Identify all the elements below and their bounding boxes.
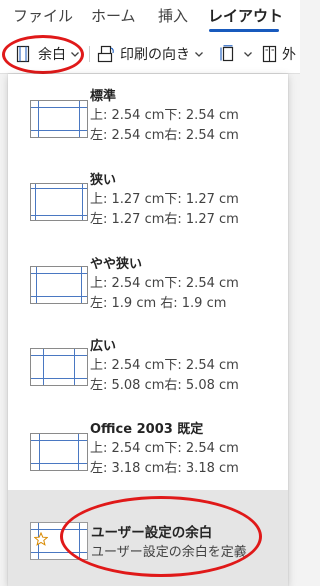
tab-home[interactable]: ホーム xyxy=(91,5,136,26)
margin-preset-top-bottom: 上: 2.54 cm下: 2.54 cm xyxy=(90,358,239,373)
margin-preset-left-right: 左: 5.08 cm右: 5.08 cm xyxy=(90,378,239,393)
toolbar-divider xyxy=(89,46,90,62)
orientation-button[interactable]: 印刷の向き xyxy=(97,40,204,68)
margin-preset-normal[interactable]: 標準 上: 2.54 cm下: 2.54 cm 左: 2.54 cm右: 2.5… xyxy=(8,74,288,157)
margin-preset-title: 狭い xyxy=(90,173,117,188)
margin-preview-thumbnail xyxy=(30,100,88,138)
margin-preview-thumbnail xyxy=(30,348,88,386)
tab-file[interactable]: ファイル xyxy=(13,5,73,26)
custom-margins-description: ユーザー設定の余白を定義 xyxy=(91,545,247,560)
margin-preset-left-right: 左: 2.54 cm右: 2.54 cm xyxy=(90,128,239,143)
margins-dropdown: 標準 上: 2.54 cm下: 2.54 cm 左: 2.54 cm右: 2.5… xyxy=(8,74,288,586)
margin-preset-left-right: 左: 3.18 cm右: 3.18 cm xyxy=(90,461,239,476)
margin-preset-title: 広い xyxy=(90,339,117,354)
tab-layout[interactable]: レイアウト xyxy=(208,5,283,26)
custom-margins-item[interactable]: ユーザー設定の余白 ユーザー設定の余白を定義 xyxy=(8,490,288,586)
margin-preset-moderate[interactable]: やや狭い 上: 2.54 cm下: 2.54 cm 左: 1.9 cm 右: 1… xyxy=(8,240,288,322)
margins-button[interactable]: 余白 xyxy=(14,40,80,68)
tab-insert[interactable]: 挿入 xyxy=(158,5,188,26)
margins-button-label: 余白 xyxy=(38,47,66,63)
chevron-down-icon xyxy=(243,49,253,59)
ribbon-tabs: ファイル ホーム 挿入 レイアウト xyxy=(0,0,300,34)
margin-preset-office-2003[interactable]: Office 2003 既定 上: 2.54 cm下: 2.54 cm 左: 3… xyxy=(8,404,288,488)
margin-preset-left-right: 左: 1.27 cm右: 1.27 cm xyxy=(90,212,239,227)
columns-button[interactable]: 外 xyxy=(262,40,296,68)
margin-preset-top-bottom: 上: 2.54 cm下: 2.54 cm xyxy=(90,441,239,456)
columns-button-label: 外 xyxy=(282,47,296,63)
columns-icon xyxy=(262,45,278,63)
layout-toolbar: 余白 印刷の向き 外 xyxy=(0,34,300,74)
margin-preview-thumbnail xyxy=(30,266,88,304)
margin-preview-thumbnail xyxy=(30,433,88,471)
margins-icon xyxy=(14,45,32,63)
margin-preset-top-bottom: 上: 2.54 cm下: 2.54 cm xyxy=(90,276,239,291)
active-tab-indicator xyxy=(209,29,279,32)
page-size-button[interactable] xyxy=(219,40,253,68)
orientation-button-label: 印刷の向き xyxy=(120,47,190,63)
margin-preset-title: 標準 xyxy=(90,89,117,104)
chevron-down-icon xyxy=(194,49,204,59)
star-icon xyxy=(33,531,49,550)
margin-preset-left-right: 左: 1.9 cm 右: 1.9 cm xyxy=(90,296,227,311)
orientation-icon xyxy=(97,45,115,63)
margin-preset-narrow[interactable]: 狭い 上: 1.27 cm下: 1.27 cm 左: 1.27 cm右: 1.2… xyxy=(8,157,288,240)
custom-margins-title: ユーザー設定の余白 xyxy=(91,525,213,541)
margin-preset-top-bottom: 上: 2.54 cm下: 2.54 cm xyxy=(90,108,239,123)
margin-preview-thumbnail xyxy=(30,183,88,221)
page-size-icon xyxy=(219,45,237,63)
margin-preset-wide[interactable]: 広い 上: 2.54 cm下: 2.54 cm 左: 5.08 cm右: 5.0… xyxy=(8,322,288,404)
chevron-down-icon xyxy=(70,49,80,59)
margin-preset-title: Office 2003 既定 xyxy=(90,422,204,437)
margin-preview-thumbnail xyxy=(30,522,88,560)
margin-preset-title: やや狭い xyxy=(90,257,143,272)
margin-preset-top-bottom: 上: 1.27 cm下: 1.27 cm xyxy=(90,192,239,207)
